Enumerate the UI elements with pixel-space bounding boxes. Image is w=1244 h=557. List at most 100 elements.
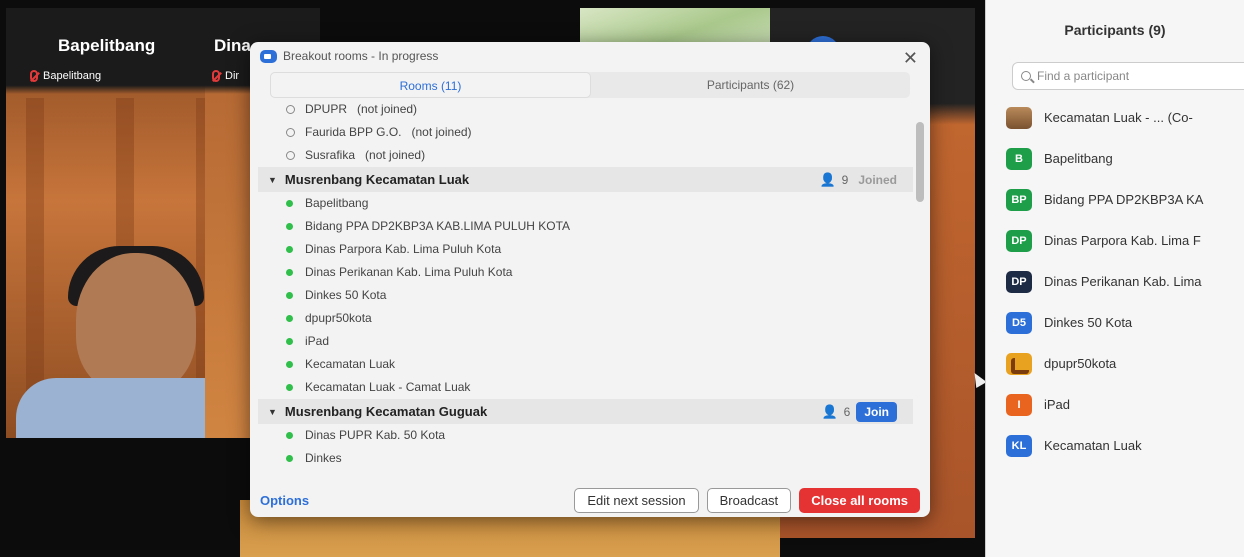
joined-dot-icon	[286, 361, 293, 368]
participant-name: Dinas Parpora Kab. Lima F	[1044, 233, 1201, 248]
search-placeholder: Find a participant	[1037, 69, 1130, 83]
search-input[interactable]: Find a participant	[1012, 62, 1244, 90]
not-joined-icon	[286, 105, 295, 114]
dialog-tabs: Rooms (11) Participants (62)	[270, 72, 910, 98]
person-face	[76, 253, 196, 393]
avatar: I	[1006, 393, 1032, 416]
zoom-icon	[260, 49, 277, 63]
avatar: BP	[1006, 188, 1032, 211]
join-button[interactable]: Join	[856, 401, 897, 422]
participant-item[interactable]: KL Kecamatan Luak	[1006, 425, 1244, 466]
room-meta: 👤 6 Join	[821, 399, 897, 424]
joined-dot-icon	[286, 269, 293, 276]
participant-name: Susrafika	[305, 148, 356, 162]
avatar: DP	[1006, 229, 1032, 252]
participant-name: dpupr50kota	[1044, 356, 1117, 371]
joined-label: Joined	[858, 172, 897, 187]
participant-status: (not joined)	[357, 102, 418, 116]
room-header[interactable]: ▼ Musrenbang Kecamatan Guguak 👤 6 Join	[258, 399, 913, 424]
participant-name: iPad	[1044, 397, 1071, 412]
participant-item[interactable]: IiPad	[1006, 384, 1244, 425]
footer-buttons: Edit next session Broadcast Close all ro…	[574, 487, 920, 513]
list-item: Dinas PUPR Kab. 50 Kota	[258, 424, 913, 447]
avatar	[1006, 352, 1032, 375]
participant-name: Dinkes 50 Kota	[305, 288, 387, 302]
options-link[interactable]: Options	[260, 493, 309, 508]
room-name: Musrenbang Kecamatan Luak	[284, 172, 470, 187]
participant-item[interactable]: DP Dinas Perikanan Kab. Lima	[1006, 261, 1244, 302]
tile-sub-text: Dir	[225, 70, 240, 82]
participant-name: Faurida BPP G.O.	[305, 125, 402, 139]
participant-item[interactable]: DP Dinas Parpora Kab. Lima F	[1006, 220, 1244, 261]
participant-name: Dinkes 50 Kota	[1044, 315, 1133, 330]
joined-dot-icon	[286, 384, 293, 391]
room-count: 9	[841, 172, 849, 187]
tile-sub-label: Dir	[212, 70, 239, 82]
list-item: dpupr50kota	[258, 307, 913, 330]
avatar: D5	[1006, 311, 1032, 334]
joined-dot-icon	[286, 292, 293, 299]
people-icon: 👤	[821, 403, 838, 419]
participant-name: Dinas Parpora Kab. Lima Puluh Kota	[305, 242, 502, 256]
participant-name: dpupr50kota	[305, 311, 372, 325]
tile-name-label: Dina	[214, 36, 251, 55]
tab-participants[interactable]: Participants (62)	[591, 72, 910, 98]
chevron-down-icon[interactable]: ▼	[268, 175, 277, 185]
participant-name: Kecamatan Luak - Camat Luak	[305, 380, 471, 394]
participant-item[interactable]: B Bapelitbang	[1006, 138, 1244, 179]
list-item: Dinas Perikanan Kab. Lima Puluh Kota	[258, 261, 913, 284]
joined-dot-icon	[286, 246, 293, 253]
not-joined-icon	[286, 128, 295, 137]
list-item: DPUPR (not joined)	[258, 98, 913, 121]
rooms-list[interactable]: DPUPR (not joined) Faurida BPP G.O. (not…	[258, 98, 913, 483]
participant-name: Dinas Perikanan Kab. Lima Puluh Kota	[305, 265, 513, 279]
list-item: Faurida BPP G.O. (not joined)	[258, 121, 913, 144]
dialog-title: Breakout rooms - In progress	[283, 49, 439, 63]
tab-rooms[interactable]: Rooms (11)	[270, 72, 591, 98]
tile-name-label: Bapelitbang	[58, 36, 156, 55]
participant-name: Bidang PPA DP2KBP3A KAB.LIMA PULUH KOTA	[305, 219, 571, 233]
list-item: Kecamatan Luak - Camat Luak	[258, 376, 913, 399]
list-item: Bapelitbang	[258, 192, 913, 215]
participant-item[interactable]: BP Bidang PPA DP2KBP3A KA	[1006, 179, 1244, 220]
list-item: Bidang PPA DP2KBP3A KAB.LIMA PULUH KOTA	[258, 215, 913, 238]
broadcast-button[interactable]: Broadcast	[706, 487, 792, 513]
joined-dot-icon	[286, 432, 293, 439]
participant-item[interactable]: Kecamatan Luak - ... (Co-	[1006, 97, 1244, 138]
participant-status: (not joined)	[365, 148, 426, 162]
edit-next-session-button[interactable]: Edit next session	[574, 487, 699, 513]
participant-name: DPUPR	[305, 102, 348, 116]
breakout-rooms-dialog: Breakout rooms - In progress ✕ Rooms (11…	[250, 42, 930, 517]
chevron-down-icon[interactable]: ▼	[268, 407, 277, 417]
dialog-titlebar: Breakout rooms - In progress	[250, 42, 930, 70]
participant-status: (not joined)	[411, 125, 472, 139]
mic-off-icon	[212, 70, 220, 82]
close-all-rooms-button[interactable]: Close all rooms	[799, 487, 920, 513]
participant-name: Kecamatan Luak	[305, 357, 396, 371]
joined-dot-icon	[286, 223, 293, 230]
participant-item[interactable]: D5 Dinkes 50 Kota	[1006, 302, 1244, 343]
search-icon	[1021, 71, 1031, 81]
list-item: Dinkes	[258, 447, 913, 470]
participant-name: Bapelitbang	[305, 196, 369, 210]
list-item: Susrafika (not joined)	[258, 144, 913, 167]
joined-dot-icon	[286, 200, 293, 207]
participant-name: Bidang PPA DP2KBP3A KA	[1044, 192, 1204, 207]
participant-name: Kecamatan Luak - ... (Co-	[1044, 110, 1193, 125]
tile-sub-label: Bapelitbang	[30, 70, 101, 82]
room-header[interactable]: ▼ Musrenbang Kecamatan Luak 👤 9 Joined	[258, 167, 913, 192]
participant-name: Bapelitbang	[1044, 151, 1113, 166]
panel-title: Participants (9)	[1064, 22, 1166, 38]
avatar: KL	[1006, 434, 1032, 457]
participant-item[interactable]: dpupr50kota	[1006, 343, 1244, 384]
avatar	[1006, 106, 1032, 129]
scrollbar[interactable]	[916, 122, 924, 202]
room-count: 6	[843, 404, 851, 419]
joined-dot-icon	[286, 338, 293, 345]
avatar: B	[1006, 147, 1032, 170]
mic-off-icon	[30, 70, 38, 82]
list-item: Kecamatan Luak	[258, 353, 913, 376]
participant-name: Dinkes	[305, 451, 342, 465]
close-icon[interactable]: ✕	[903, 48, 918, 69]
list-item: Dinas Parpora Kab. Lima Puluh Kota	[258, 238, 913, 261]
